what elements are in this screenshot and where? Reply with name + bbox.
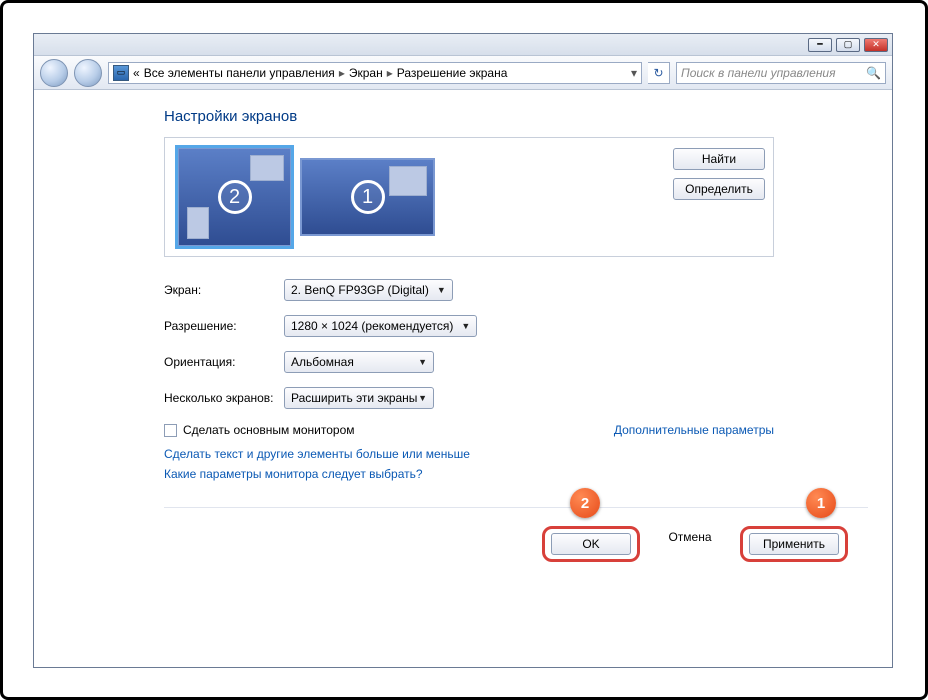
control-panel-icon: ▭ [113, 65, 129, 81]
ok-button[interactable]: OK [551, 533, 631, 555]
resolution-select[interactable]: 1280 × 1024 (рекомендуется) ▼ [284, 315, 477, 337]
chevron-right-icon: ▸ [339, 66, 345, 80]
breadcrumb[interactable]: ▭ « Все элементы панели управления ▸ Экр… [108, 62, 642, 84]
nav-back-button[interactable] [40, 59, 68, 87]
make-primary-checkbox[interactable] [164, 424, 177, 437]
which-settings-link[interactable]: Какие параметры монитора следует выбрать… [164, 467, 423, 481]
orientation-select[interactable]: Альбомная ▼ [284, 351, 434, 373]
make-primary-label: Сделать основным монитором [183, 423, 355, 437]
chevron-down-icon: ▼ [418, 357, 427, 367]
cancel-button[interactable]: Отмена [650, 526, 730, 548]
orientation-label: Ориентация: [164, 355, 284, 369]
close-button[interactable]: ✕ [864, 38, 888, 52]
apply-highlight: Применить [740, 526, 848, 562]
apply-button[interactable]: Применить [749, 533, 839, 555]
monitor-1-badge: 1 [351, 180, 385, 214]
ok-highlight: OK [542, 526, 640, 562]
text-size-link[interactable]: Сделать текст и другие элементы больше и… [164, 447, 470, 461]
multi-display-label: Несколько экранов: [164, 391, 284, 405]
screen-select[interactable]: 2. BenQ FP93GP (Digital) ▼ [284, 279, 453, 301]
screen-label: Экран: [164, 283, 284, 297]
chevron-down-icon: ▼ [437, 285, 446, 295]
maximize-button[interactable]: ▢ [836, 38, 860, 52]
monitor-1[interactable]: 1 [300, 158, 435, 236]
advanced-settings-link[interactable]: Дополнительные параметры [614, 423, 774, 437]
callout-badge-2: 2 [570, 488, 600, 518]
find-button[interactable]: Найти [673, 148, 765, 170]
detect-button[interactable]: Определить [673, 178, 765, 200]
page-title: Настройки экранов [164, 108, 868, 125]
monitor-2-badge: 2 [218, 180, 252, 214]
chevron-right-icon: ▸ [387, 66, 393, 80]
refresh-button[interactable]: ↻ [648, 62, 670, 84]
breadcrumb-seg1[interactable]: Все элементы панели управления [144, 66, 335, 80]
breadcrumb-dropdown-icon[interactable]: ▾ [631, 66, 637, 80]
nav-forward-button[interactable] [74, 59, 102, 87]
display-preview: 2 1 Найти Определить [164, 137, 774, 257]
search-input[interactable]: Поиск в панели управления 🔍 [676, 62, 886, 84]
chevron-down-icon: ▼ [418, 393, 427, 403]
search-icon: 🔍 [866, 66, 881, 80]
multi-display-select[interactable]: Расширить эти экраны ▼ [284, 387, 434, 409]
breadcrumb-seg2[interactable]: Экран [349, 66, 383, 80]
minimize-button[interactable]: ━ [808, 38, 832, 52]
callout-badge-1: 1 [806, 488, 836, 518]
breadcrumb-prefix: « [133, 66, 140, 80]
resolution-label: Разрешение: [164, 319, 284, 333]
monitor-2[interactable]: 2 [177, 147, 292, 247]
chevron-down-icon: ▼ [461, 321, 470, 331]
search-placeholder: Поиск в панели управления [681, 66, 836, 80]
breadcrumb-seg3[interactable]: Разрешение экрана [397, 66, 508, 80]
